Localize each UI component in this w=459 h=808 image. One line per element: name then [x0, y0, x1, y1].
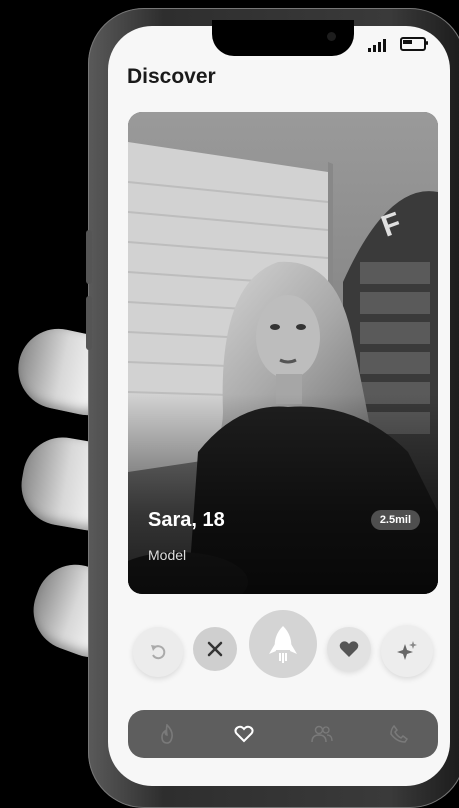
battery-icon — [400, 37, 428, 51]
notch — [212, 20, 354, 56]
volume-button — [86, 296, 92, 350]
sparkle-icon — [397, 641, 417, 660]
boost-button[interactable] — [249, 610, 317, 678]
status-bar — [368, 36, 428, 52]
rocket-icon — [269, 626, 297, 663]
dislike-button[interactable] — [193, 627, 237, 671]
users-icon — [311, 725, 333, 743]
heart-icon — [339, 641, 359, 657]
like-button[interactable] — [327, 627, 371, 671]
heart-outline-icon — [234, 725, 254, 743]
nav-discover[interactable] — [152, 719, 182, 749]
profile-name: Sara, 18 — [148, 509, 225, 531]
flame-icon — [160, 724, 173, 744]
phone-icon — [390, 725, 409, 743]
undo-icon — [151, 645, 166, 660]
rewind-button[interactable] — [133, 627, 183, 677]
nav-calls[interactable] — [384, 719, 414, 749]
super-like-button[interactable] — [381, 625, 433, 677]
volume-button — [86, 230, 92, 284]
profile-card[interactable]: F Sara, 18 Model 2.5mil — [128, 112, 438, 594]
signal-icon — [368, 38, 386, 52]
followers-badge: 2.5mil — [370, 510, 420, 530]
front-camera — [327, 32, 336, 41]
bottom-navigation — [128, 710, 438, 758]
nav-likes[interactable] — [229, 719, 259, 749]
nav-matches[interactable] — [307, 719, 337, 749]
profile-occupation: Model — [148, 547, 187, 563]
card-gradient-overlay — [128, 394, 438, 594]
page-title: Discover — [127, 65, 216, 88]
close-icon — [207, 641, 223, 657]
